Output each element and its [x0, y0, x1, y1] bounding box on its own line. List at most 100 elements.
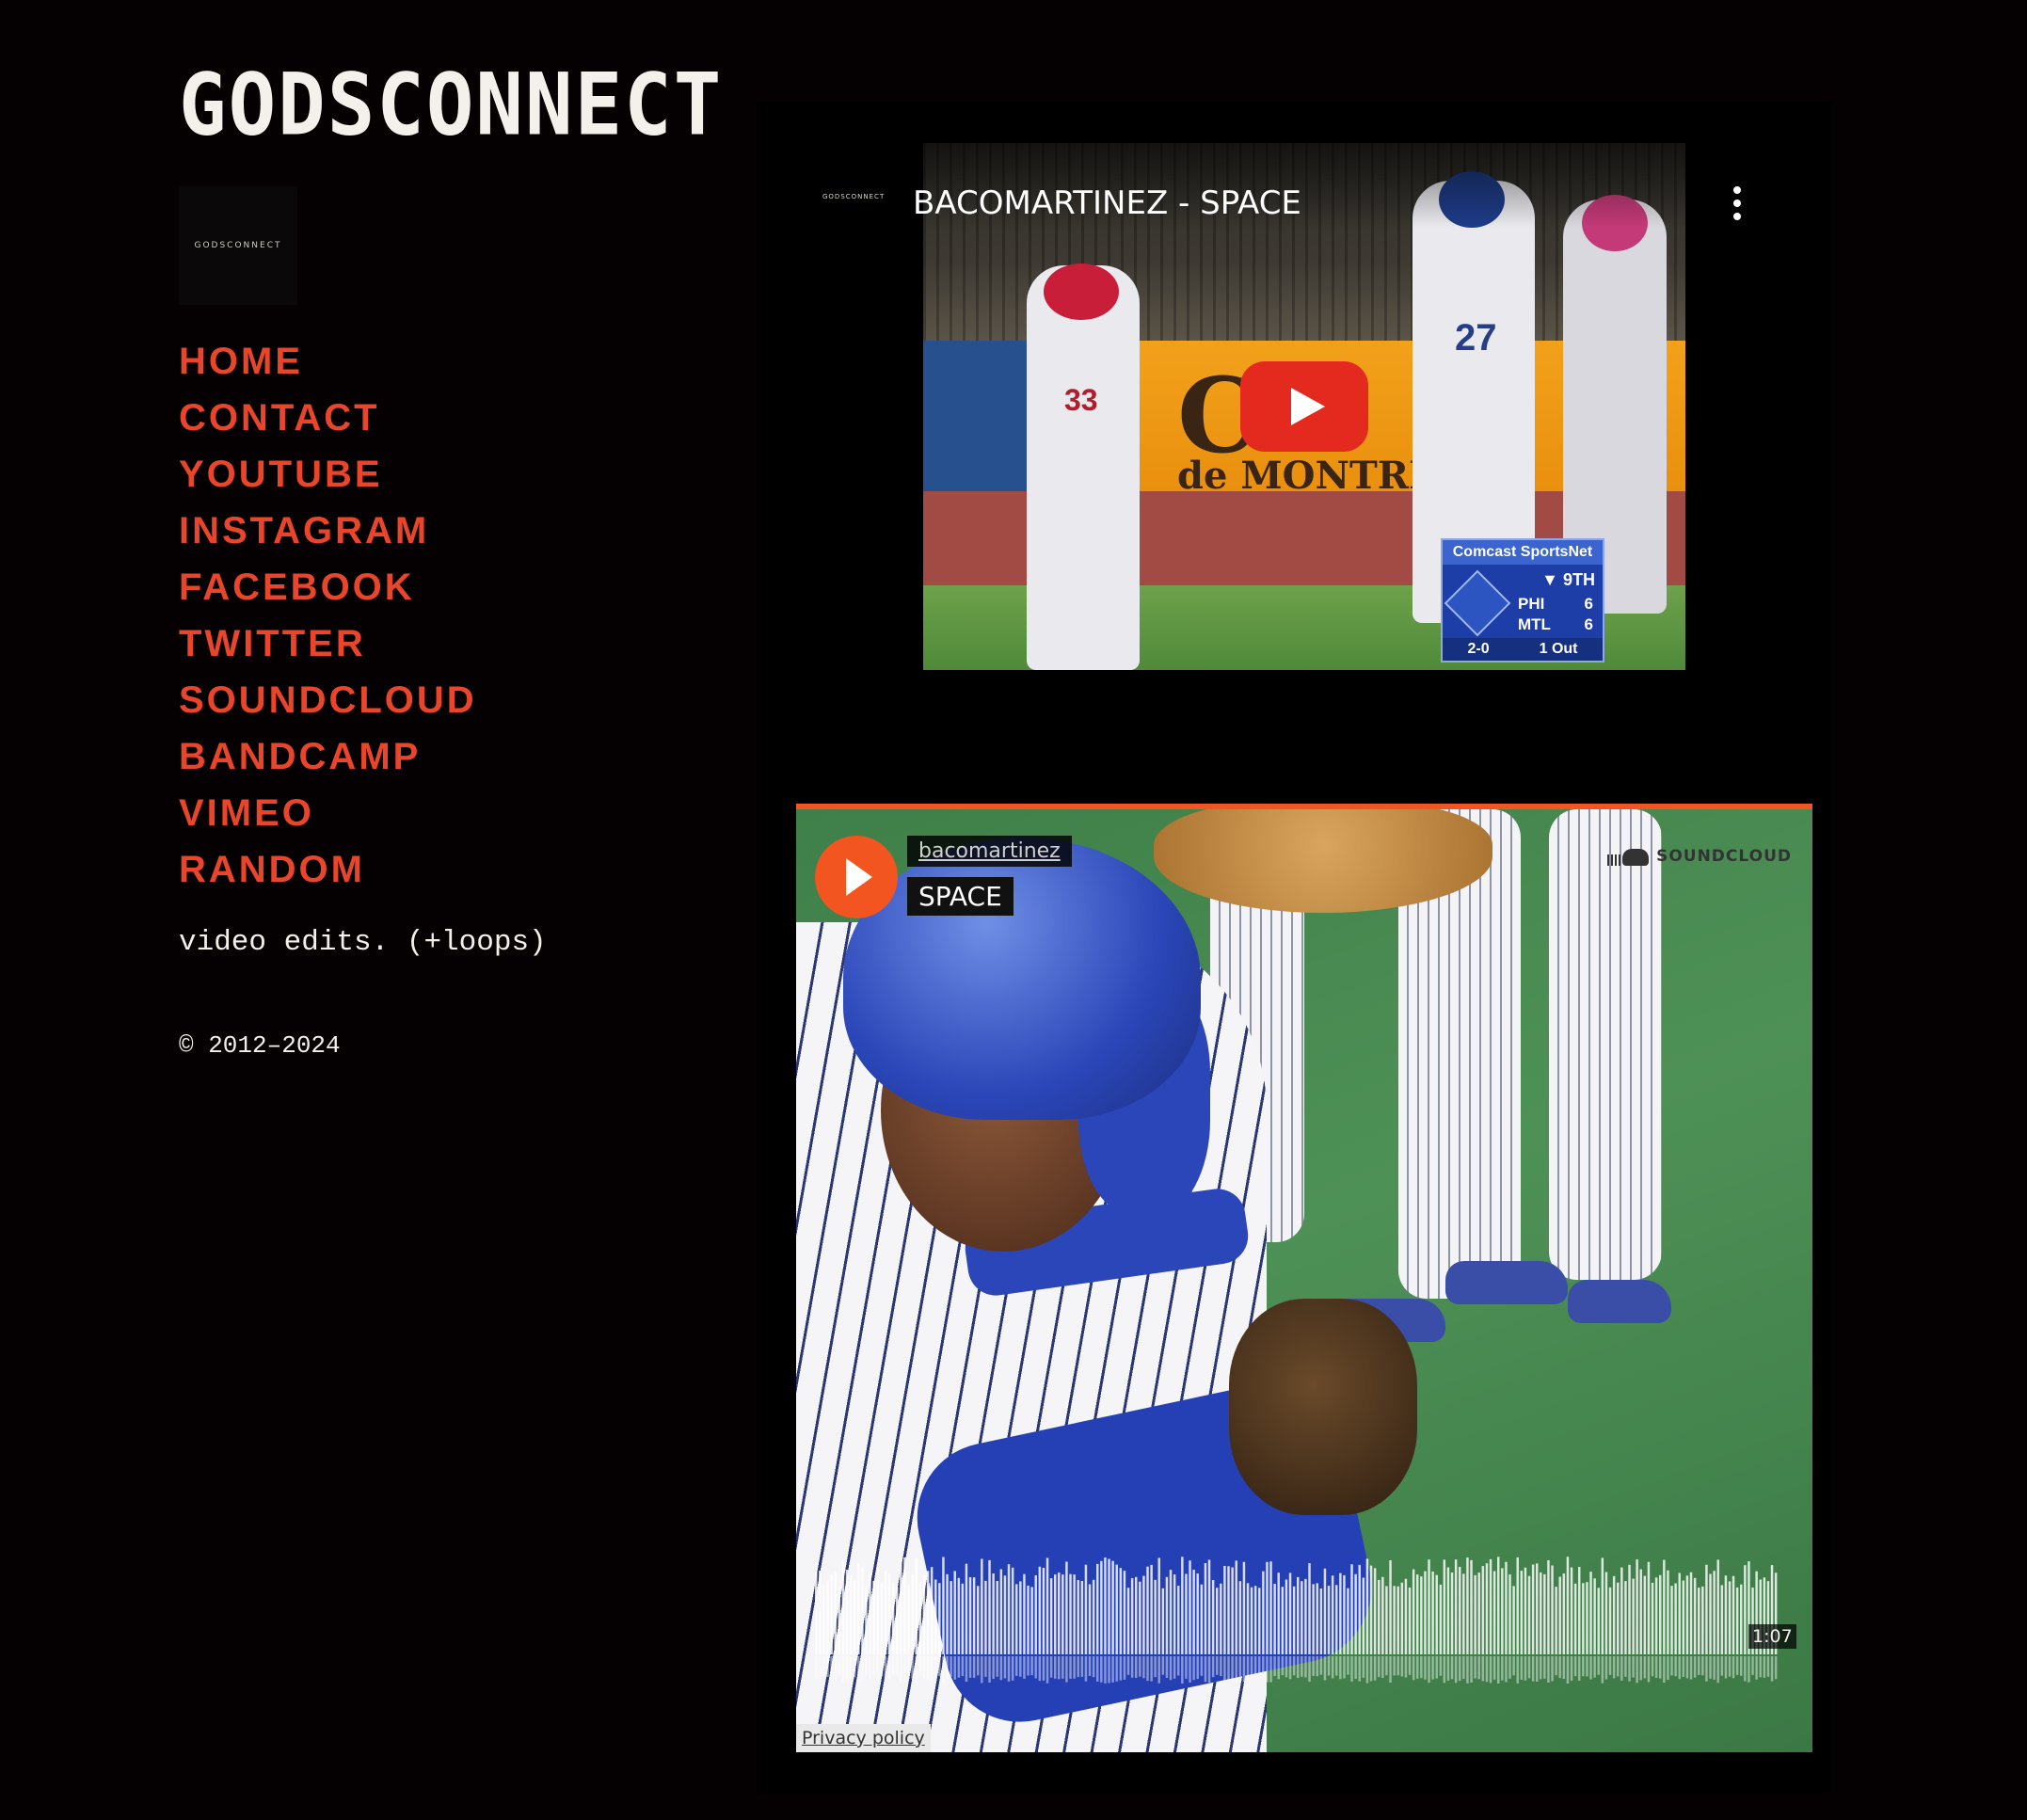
waveform-bar-reflection	[1431, 1656, 1434, 1680]
soundcloud-waveform[interactable]	[815, 1553, 1779, 1694]
waveform-bar	[1135, 1576, 1138, 1654]
soundcloud-track-title[interactable]: SPACE	[907, 877, 1014, 916]
waveform-bar-reflection	[1061, 1656, 1064, 1679]
waveform-bar-reflection	[1045, 1656, 1049, 1684]
waveform-bar-reflection	[1238, 1656, 1242, 1677]
waveform-bar	[1200, 1584, 1204, 1654]
waveform-bar	[1636, 1559, 1638, 1654]
waveform-bar	[1454, 1559, 1458, 1654]
waveform-bar-reflection	[950, 1656, 952, 1677]
waveform-bar	[1586, 1582, 1588, 1654]
waveform-bar-reflection	[1709, 1656, 1712, 1679]
waveform-bar-reflection	[1126, 1656, 1130, 1675]
waveform-bar-reflection	[1292, 1656, 1296, 1676]
waveform-bar-reflection	[926, 1656, 930, 1680]
waveform-bar-reflection	[1400, 1656, 1404, 1677]
nav-link-vimeo[interactable]: VIMEO	[179, 789, 314, 838]
waveform-bar-reflection	[1253, 1656, 1257, 1676]
waveform-bar-reflection	[1297, 1656, 1300, 1678]
waveform-bar-reflection	[1173, 1656, 1176, 1679]
scorebug-team: MTL	[1518, 615, 1551, 633]
youtube-channel-avatar[interactable]: GODSCONNECT	[822, 193, 885, 200]
waveform-bar-reflection	[1288, 1656, 1292, 1680]
waveform-bar	[1536, 1563, 1539, 1654]
waveform-bar	[1331, 1575, 1334, 1654]
nav-link-random[interactable]: RANDOM	[179, 845, 365, 894]
waveform-bar-reflection	[1104, 1656, 1107, 1684]
waveform-bar	[1551, 1565, 1554, 1654]
waveform-bar	[857, 1563, 860, 1654]
waveform-bar	[1077, 1580, 1079, 1654]
nav-link-bandcamp[interactable]: BANDCAMP	[179, 732, 421, 781]
waveform-bar-reflection	[815, 1656, 818, 1680]
nav-link-instagram[interactable]: INSTAGRAM	[179, 506, 429, 555]
play-icon[interactable]	[815, 836, 898, 918]
waveform-bar	[1292, 1586, 1296, 1654]
soundcloud-artist-link[interactable]: bacomartinez	[907, 836, 1072, 867]
site-title[interactable]: GODSCONNECT	[179, 62, 723, 148]
waveform-bar	[1146, 1566, 1149, 1654]
more-vertical-icon[interactable]	[1732, 186, 1743, 224]
nav-link-soundcloud[interactable]: SOUNDCLOUD	[179, 676, 477, 725]
waveform-bar-reflection	[1558, 1656, 1561, 1679]
soundcloud-embed[interactable]: bacomartinez SPACE SOUNDCLOUD 1:07 Priva…	[796, 804, 1812, 1752]
scorebug-score: 6	[1584, 615, 1593, 633]
waveform-bar-reflection	[1358, 1656, 1361, 1682]
waveform-bar	[1698, 1588, 1700, 1654]
nav-item-facebook: FACEBOOK	[179, 563, 477, 619]
waveform-bar	[1573, 1583, 1577, 1654]
site-logo[interactable]: GODSCONNECT	[179, 186, 297, 305]
waveform-bar-reflection	[1150, 1656, 1153, 1682]
waveform-bar	[1308, 1563, 1311, 1654]
nav-link-facebook[interactable]: FACEBOOK	[179, 563, 415, 612]
waveform-bar	[1235, 1560, 1237, 1654]
nav-link-home[interactable]: HOME	[179, 337, 303, 386]
youtube-video-title[interactable]: BACOMARTINEZ - SPACE	[913, 184, 1301, 222]
waveform-bar	[1285, 1579, 1288, 1654]
waveform-bar	[1459, 1567, 1461, 1654]
waveform-bar	[1667, 1570, 1669, 1654]
waveform-bar-reflection	[1139, 1656, 1141, 1677]
waveform-bar	[845, 1570, 849, 1654]
privacy-policy-link[interactable]: Privacy policy	[796, 1724, 931, 1752]
waveform-bar-reflection	[1716, 1656, 1719, 1684]
waveform-bar	[1301, 1581, 1303, 1654]
waveform-bar	[1204, 1563, 1207, 1654]
soundcloud-logo[interactable]: SOUNDCLOUD	[1607, 847, 1792, 866]
waveform-bar-reflection	[1505, 1656, 1508, 1683]
waveform-bar-reflection	[1720, 1656, 1724, 1676]
waveform-bar-reflection	[830, 1656, 833, 1679]
waveform-bar	[1023, 1573, 1026, 1654]
waveform-bar	[841, 1560, 845, 1654]
waveform-bar	[934, 1579, 937, 1654]
waveform-bar-reflection	[1042, 1656, 1045, 1681]
waveform-bar-reflection	[1146, 1656, 1149, 1682]
waveform-bar	[1501, 1568, 1504, 1654]
scorebug-team: PHI	[1518, 595, 1545, 613]
waveform-bar	[1735, 1587, 1739, 1654]
waveform-bar-reflection	[1597, 1656, 1600, 1675]
waveform-bar-reflection	[911, 1656, 914, 1679]
waveform-bar-reflection	[1301, 1656, 1303, 1677]
waveform-bar-reflection	[1065, 1656, 1068, 1683]
waveform-bar	[880, 1583, 884, 1654]
nav-link-contact[interactable]: CONTACT	[179, 393, 380, 442]
waveform-bar-reflection	[1420, 1656, 1423, 1679]
waveform-bar-reflection	[1540, 1656, 1542, 1680]
waveform-bar-reflection	[1049, 1656, 1053, 1678]
nav-link-youtube[interactable]: YOUTUBE	[179, 450, 383, 499]
youtube-play-icon[interactable]	[1240, 361, 1368, 452]
waveform-bar-reflection	[1007, 1656, 1011, 1682]
waveform-bar	[1562, 1573, 1566, 1654]
waveform-bar	[977, 1586, 980, 1654]
waveform-bar	[1169, 1570, 1173, 1654]
waveform-bar-reflection	[946, 1656, 949, 1679]
waveform-bar	[1728, 1581, 1732, 1654]
waveform-bar-reflection	[1189, 1656, 1191, 1683]
waveform-bar-reflection	[942, 1656, 945, 1684]
waveform-bar	[1385, 1586, 1388, 1654]
waveform-bar-reflection	[981, 1656, 983, 1684]
nav-link-twitter[interactable]: TWITTER	[179, 619, 366, 668]
waveform-bar	[900, 1558, 902, 1654]
waveform-bar	[996, 1581, 998, 1654]
